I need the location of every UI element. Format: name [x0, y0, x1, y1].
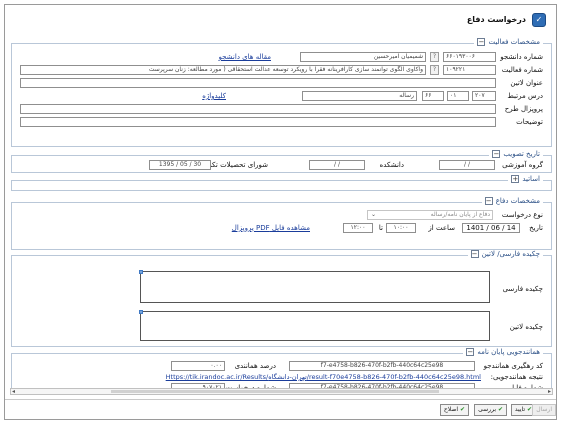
student-number-field[interactable]: ۶۶۰۱۹۳۰۰۶	[443, 52, 496, 62]
collapse-icon[interactable]: −	[484, 197, 493, 205]
professors-section-legend[interactable]: اساتید +	[508, 175, 543, 183]
scroll-left-icon[interactable]: ◂	[12, 388, 15, 395]
date-label: تاریخ	[529, 224, 543, 232]
professors-section: اساتید +	[11, 175, 552, 191]
activity-section: مشخصات فعالیت − شماره دانشجو ۶۶۰۱۹۳۰۰۶ ?…	[11, 38, 552, 147]
submit-button[interactable]: ارسال	[532, 404, 556, 416]
abstract-section-legend[interactable]: چکیده فارسی/ لاتین −	[467, 250, 543, 258]
faculty-date[interactable]: / /	[309, 160, 365, 170]
description-field[interactable]	[20, 117, 496, 127]
activity-search-button[interactable]: ?	[430, 65, 439, 75]
window-title: درخواست دفاع	[466, 15, 526, 24]
activity-number-label: شماره فعالیت	[501, 66, 543, 74]
department-group-label: گروه آموزشی	[502, 161, 543, 169]
collapse-icon[interactable]: −	[470, 250, 479, 258]
horizontal-scrollbar[interactable]: ▸ ◂	[10, 388, 553, 395]
keyword-link[interactable]: کلیدواژه	[202, 92, 226, 100]
tracking-code-label: کد رهگیری همانندجو	[483, 362, 543, 370]
activity-title-field: واکاوی الگوی توانمند سازی کارآفرینانه فق…	[20, 65, 426, 75]
course-code-field-3: ۶۶	[422, 91, 444, 101]
student-number-label: شماره دانشجو	[500, 53, 543, 61]
course-name-field: رساله	[302, 91, 417, 101]
approval-section: تاریخ تصویب − گروه آموزشی / / دانشکده / …	[11, 150, 552, 173]
student-articles-link[interactable]: مقاله های دانشجو	[219, 53, 271, 61]
chevron-down-icon: ⌄	[371, 211, 377, 218]
review-icon: ✔	[497, 406, 503, 413]
persian-abstract-label: چکیده فارسی	[502, 285, 543, 293]
department-group-date[interactable]: / /	[439, 160, 495, 170]
course-code-field-2: ۰۱	[447, 91, 469, 101]
persian-abstract-textarea[interactable]	[140, 271, 490, 303]
similarity-percent-field: ۰.۰۰	[171, 361, 225, 371]
defense-section-title: مشخصات دفاع	[495, 197, 540, 205]
request-type-select[interactable]: دفاع از پایان نامه/رساله ⌄	[367, 210, 493, 220]
resize-handle-icon[interactable]	[139, 270, 143, 274]
proposal-label: پروپزال طرح	[504, 105, 543, 113]
description-label: توضیحات	[516, 118, 543, 126]
student-search-button[interactable]: ?	[430, 52, 439, 62]
window-titlebar: درخواست دفاع ✓	[5, 5, 556, 39]
scrollbar-thumb[interactable]	[111, 390, 439, 393]
similarity-section-legend[interactable]: همانندجویی پایان نامه −	[463, 348, 543, 356]
collapse-icon[interactable]: −	[466, 348, 475, 356]
proposal-pdf-link[interactable]: مشاهده فایل PDF پروپزال	[232, 224, 310, 232]
collapse-icon[interactable]: −	[477, 38, 486, 46]
related-course-label: درس مرتبط	[507, 92, 543, 100]
expand-icon[interactable]: +	[511, 175, 520, 183]
tracking-code-field: f7-e4758-b826-470f-b2fb-440c64c25e98	[289, 361, 475, 371]
similarity-result-label: نتیجه همانندجویی:	[490, 373, 543, 381]
similarity-section-title: همانندجویی پایان نامه	[477, 348, 540, 356]
similarity-result-link[interactable]: Https://tik.irandoc.ac.ir/Results/تهران-…	[166, 373, 481, 381]
request-type-label: نوع درخواست	[501, 211, 543, 219]
collapse-icon[interactable]: −	[492, 150, 501, 158]
abstract-section: چکیده فارسی/ لاتین − چکیده فارسی چکیده ل…	[11, 250, 552, 347]
time-from-field[interactable]: ۱۰:۰۰	[386, 223, 416, 233]
defense-section-legend[interactable]: مشخصات دفاع −	[481, 197, 543, 205]
activity-section-legend[interactable]: مشخصات فعالیت −	[474, 38, 543, 46]
defense-section: مشخصات دفاع − نوع درخواست دفاع از پایان …	[11, 197, 552, 250]
latin-title-label: عنوان لاتین	[510, 79, 543, 87]
review-button-label: بررسی	[478, 406, 497, 413]
course-code-field-1: ۲۰۷	[472, 91, 496, 101]
resize-handle-icon[interactable]	[139, 310, 143, 314]
latin-abstract-textarea[interactable]	[140, 311, 490, 341]
faculty-label: دانشکده	[379, 161, 404, 169]
graduate-council-date: 1395 / 05 / 30	[149, 160, 211, 170]
similarity-percent-label: درصد همانندی	[234, 362, 276, 370]
window-footer: ✔ اصلاح ✔ بررسی ✔ تایید ارسال	[5, 399, 556, 419]
approval-section-title: تاریخ تصویب	[503, 150, 540, 158]
latin-abstract-label: چکیده لاتین	[509, 323, 543, 331]
defense-date-field[interactable]: 1401 / 06 / 14	[462, 223, 520, 233]
time-from-label: ساعت از	[428, 224, 455, 232]
review-button[interactable]: ✔ بررسی	[474, 404, 507, 416]
approval-section-legend[interactable]: تاریخ تصویب −	[489, 150, 543, 158]
professors-section-title: اساتید	[522, 175, 540, 183]
correction-button-label: اصلاح	[443, 406, 459, 413]
latin-title-field[interactable]	[20, 78, 496, 88]
proposal-field[interactable]	[20, 104, 496, 114]
time-to-field[interactable]: ۱۲:۰۰	[343, 223, 373, 233]
time-to-label: تا	[378, 224, 383, 232]
abstract-section-title: چکیده فارسی/ لاتین	[481, 250, 540, 258]
check-icon: ✔	[459, 406, 465, 413]
activity-number-field[interactable]: ۱۰۹۲۲۱	[443, 65, 496, 75]
confirm-button-label: تایید	[514, 406, 526, 413]
correction-button[interactable]: ✔ اصلاح	[439, 404, 469, 416]
app-icon: ✓	[532, 13, 546, 27]
submit-button-label: ارسال	[536, 406, 552, 413]
student-name-field: شمیمیان امیرحسین	[300, 52, 426, 62]
scroll-right-icon[interactable]: ▸	[548, 388, 551, 395]
defense-request-window: درخواست دفاع ✓ مشخصات فعالیت − شماره دان…	[4, 4, 557, 420]
request-type-value: دفاع از پایان نامه/رساله	[430, 211, 490, 218]
activity-section-title: مشخصات فعالیت	[488, 38, 540, 46]
